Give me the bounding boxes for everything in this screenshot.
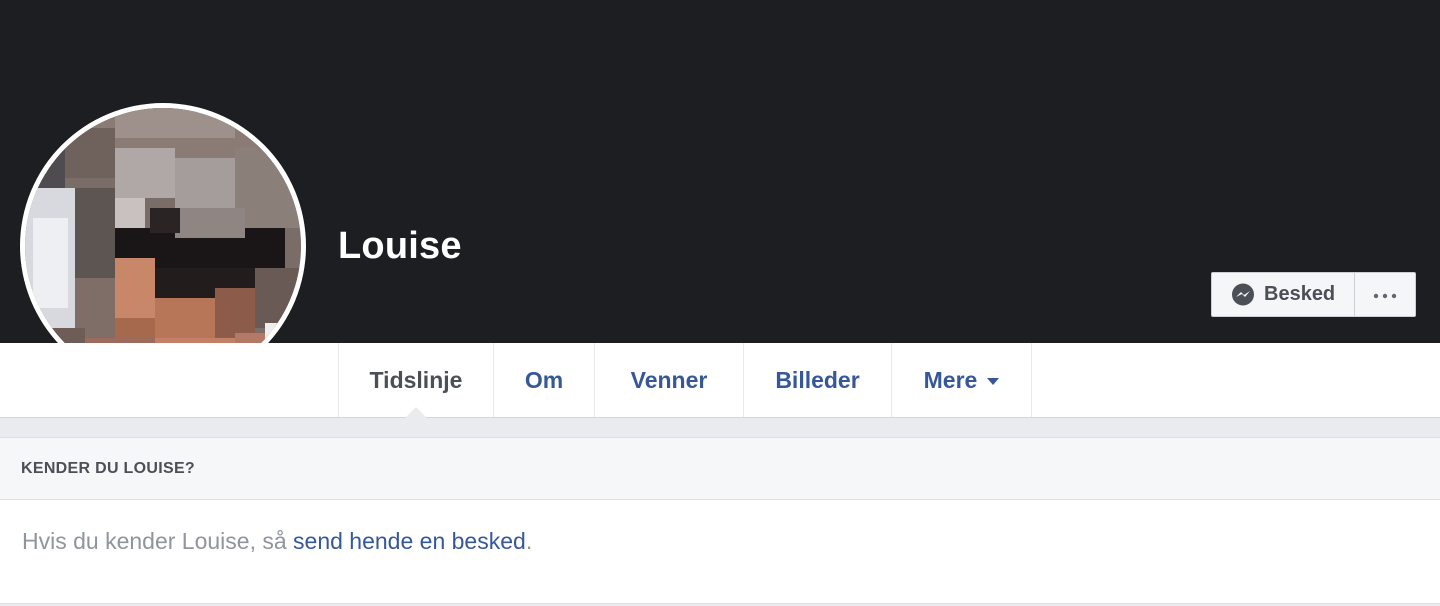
tab-friends[interactable]: Venner <box>595 343 744 417</box>
tab-photos[interactable]: Billeder <box>744 343 892 417</box>
profile-name[interactable]: Louise <box>338 222 462 270</box>
messenger-icon <box>1230 282 1256 308</box>
tab-label: Om <box>524 366 564 393</box>
tab-label: Billeder <box>775 366 860 393</box>
active-tab-pointer <box>405 407 427 418</box>
profile-actions: Besked <box>1211 272 1416 317</box>
tab-timeline[interactable]: Tidslinje <box>339 343 494 418</box>
tab-more[interactable]: Mere <box>892 343 1032 417</box>
profile-tabs: Tidslinje Om Venner Billeder Mere <box>338 343 1032 418</box>
message-button[interactable]: Besked <box>1212 273 1355 316</box>
message-button-label: Besked <box>1264 283 1336 305</box>
ellipsis-icon <box>1373 286 1397 304</box>
card-body-suffix: . <box>525 528 533 554</box>
card-header: KENDER DU LOUISE? <box>0 438 1440 500</box>
card-body: Hvis du kender Louise, så send hende en … <box>0 500 1440 555</box>
profile-navbar: Tidslinje Om Venner Billeder Mere <box>0 343 1440 418</box>
card-body-text: Hvis du kender Louise, så <box>22 528 294 554</box>
tab-label: Mere <box>923 366 978 393</box>
tab-about[interactable]: Om <box>494 343 595 417</box>
more-options-button[interactable] <box>1355 273 1415 316</box>
tab-label: Tidslinje <box>369 366 463 393</box>
tab-label: Venner <box>630 366 708 393</box>
chevron-down-icon <box>987 378 1000 385</box>
know-user-card: KENDER DU LOUISE? Hvis du kender Louise,… <box>0 437 1440 604</box>
send-message-link[interactable]: send hende en besked <box>293 528 526 554</box>
